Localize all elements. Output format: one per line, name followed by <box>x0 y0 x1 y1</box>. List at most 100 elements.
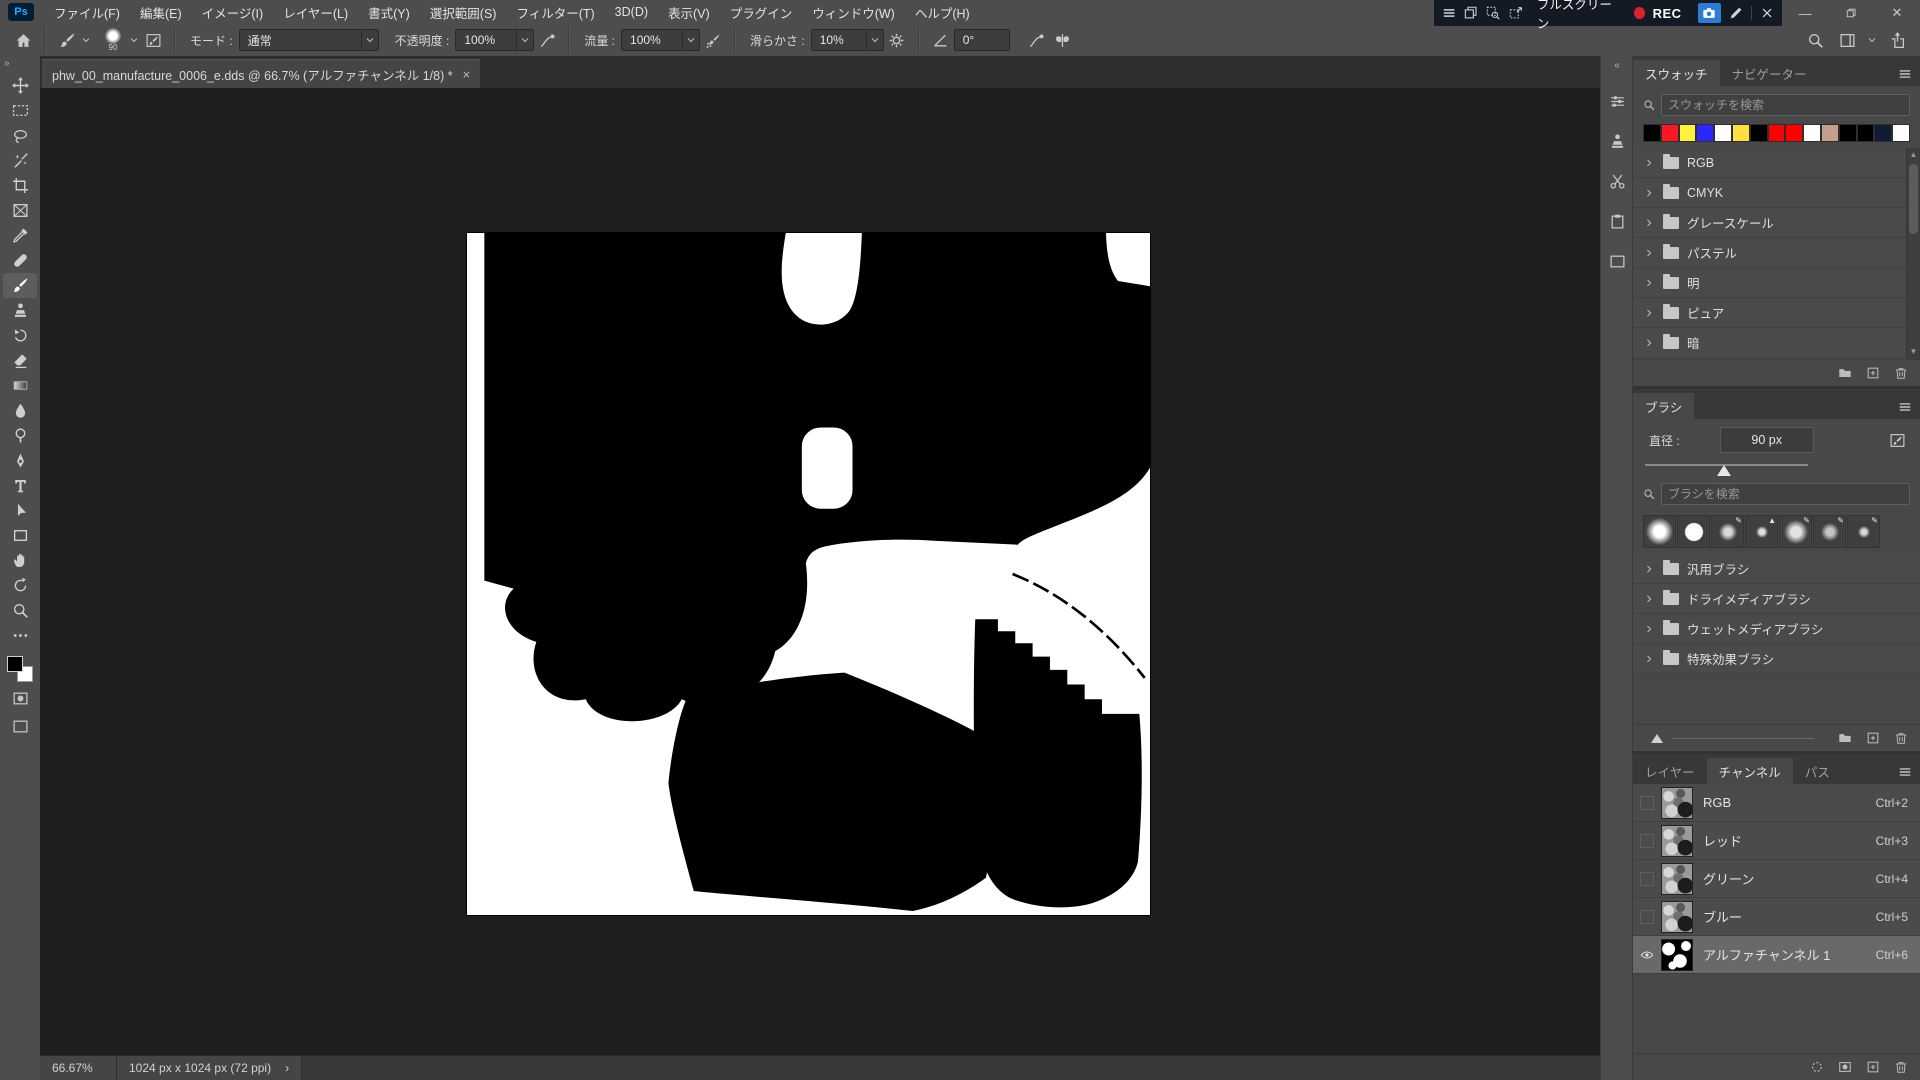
chevron-down-icon[interactable] <box>1866 34 1878 46</box>
menu-window[interactable]: ウィンドウ(W) <box>802 0 905 24</box>
chevron-down-icon[interactable] <box>866 30 883 50</box>
tool-move[interactable] <box>3 73 37 98</box>
brush-group-general[interactable]: 汎用ブラシ <box>1633 554 1920 584</box>
color-swatch[interactable] <box>1750 124 1768 142</box>
tool-eyedropper[interactable] <box>3 223 37 248</box>
color-swatch[interactable] <box>1679 124 1697 142</box>
new-swatch-icon[interactable] <box>1866 366 1880 380</box>
tool-spot-healing[interactable] <box>3 248 37 273</box>
screenshot-camera-button[interactable] <box>1698 3 1721 23</box>
tool-rotate-view[interactable] <box>3 573 37 598</box>
color-swatch[interactable] <box>1857 124 1875 142</box>
chevron-down-icon[interactable] <box>516 30 533 50</box>
diameter-slider[interactable] <box>1645 457 1908 475</box>
panel-menu-icon[interactable] <box>1898 400 1912 414</box>
quick-mask-button[interactable] <box>3 686 37 710</box>
new-group-folder-icon[interactable] <box>1838 366 1852 380</box>
color-swatch[interactable] <box>1785 124 1803 142</box>
eye-icon[interactable] <box>1633 948 1661 962</box>
swatch-group-partial[interactable] <box>1633 358 1920 359</box>
delete-trash-icon[interactable] <box>1894 731 1908 745</box>
swatch-group-cmyk[interactable]: CMYK <box>1633 178 1920 208</box>
airbrush-icon[interactable] <box>700 27 726 53</box>
workspace-switcher-icon[interactable] <box>1834 27 1860 53</box>
visibility-toggle[interactable] <box>1633 796 1661 810</box>
menu-file[interactable]: ファイル(F) <box>44 0 130 24</box>
panel-menu-icon[interactable] <box>1898 765 1912 779</box>
channel-row-blue[interactable]: ブルー Ctrl+5 <box>1633 898 1920 936</box>
channel-row-green[interactable]: グリーン Ctrl+4 <box>1633 860 1920 898</box>
save-selection-as-channel-icon[interactable] <box>1838 1060 1852 1074</box>
scrollbar-thumb[interactable] <box>1909 164 1918 234</box>
pencil-annotate-icon[interactable] <box>1729 5 1743 21</box>
tab-navigator[interactable]: ナビゲーター <box>1720 60 1819 86</box>
swatch-group-pure[interactable]: ピュア <box>1633 298 1920 328</box>
brush-tip-soft-large-pen[interactable]: ✎ <box>1779 515 1812 548</box>
menu-image[interactable]: イメージ(I) <box>192 0 274 24</box>
smoothing-field[interactable]: 10% <box>811 29 884 51</box>
slider-thumb[interactable] <box>1651 734 1663 743</box>
swatch-group-dark[interactable]: 暗 <box>1633 328 1920 358</box>
foreground-background-colors[interactable] <box>7 656 33 682</box>
search-icon[interactable] <box>1802 27 1828 53</box>
chevron-down-icon[interactable] <box>361 30 378 50</box>
chevron-down-icon[interactable] <box>682 30 699 50</box>
brush-tip-soft-tiny-pen[interactable]: ✎ <box>1847 515 1880 548</box>
menu-select[interactable]: 選択範囲(S) <box>420 0 507 24</box>
scrollbar[interactable]: ▲ ▼ <box>1906 148 1920 359</box>
color-swatch[interactable] <box>1732 124 1750 142</box>
color-swatch[interactable] <box>1661 124 1679 142</box>
thumbnail-size-slider[interactable] <box>1633 734 1824 743</box>
tool-gradient[interactable] <box>3 373 37 398</box>
status-chevron-icon[interactable]: › <box>285 1061 289 1075</box>
foreground-color-swatch[interactable] <box>7 656 23 672</box>
tool-type[interactable] <box>3 473 37 498</box>
tool-clone-stamp[interactable] <box>3 298 37 323</box>
toggle-brush-settings-icon[interactable] <box>1884 427 1910 453</box>
channel-row-alpha[interactable]: アルファチャンネル 1 Ctrl+6 <box>1633 936 1920 974</box>
channel-row-red[interactable]: レッド Ctrl+3 <box>1633 822 1920 860</box>
swatch-group-rgb[interactable]: RGB <box>1633 148 1920 178</box>
opacity-pressure-icon[interactable] <box>534 27 560 53</box>
clone-source-panel-icon[interactable] <box>1604 128 1630 154</box>
new-channel-icon[interactable] <box>1866 1060 1880 1074</box>
delete-trash-icon[interactable] <box>1894 1060 1908 1074</box>
tool-brush[interactable] <box>3 273 37 298</box>
new-group-folder-icon[interactable] <box>1838 731 1852 745</box>
document-info[interactable]: 1024 px x 1024 px (72 ppi) › <box>117 1056 302 1080</box>
tool-hand[interactable] <box>3 548 37 573</box>
blend-mode-select[interactable]: 通常 <box>239 29 379 51</box>
tab-layers[interactable]: レイヤー <box>1633 758 1707 784</box>
recorder-close-icon[interactable] <box>1760 5 1774 21</box>
color-swatch[interactable] <box>1821 124 1839 142</box>
tool-magic-wand[interactable] <box>3 148 37 173</box>
tool-eraser[interactable] <box>3 348 37 373</box>
window-capture-icon[interactable] <box>1464 5 1478 21</box>
tool-lasso[interactable] <box>3 123 37 148</box>
tool-zoom[interactable] <box>3 598 37 623</box>
menu-help[interactable]: ヘルプ(H) <box>905 0 980 24</box>
color-swatch[interactable] <box>1696 124 1714 142</box>
menu-layer[interactable]: レイヤー(L) <box>273 0 358 24</box>
toolbar-collapse-chevrons[interactable]: » <box>0 56 14 73</box>
home-button[interactable] <box>10 27 36 53</box>
panel-collapse-chevrons[interactable]: « <box>1614 56 1620 81</box>
tool-rectangle[interactable] <box>3 523 37 548</box>
menu-type[interactable]: 書式(Y) <box>358 0 420 24</box>
color-swatch[interactable] <box>1839 124 1857 142</box>
hamburger-menu-icon[interactable] <box>1442 5 1456 21</box>
menu-plugins[interactable]: プラグイン <box>720 0 803 24</box>
swatch-group-pastel[interactable]: パステル <box>1633 238 1920 268</box>
tab-brushes[interactable]: ブラシ <box>1633 393 1694 419</box>
menu-view[interactable]: 表示(V) <box>658 0 720 24</box>
rec-button[interactable]: REC <box>1653 6 1682 21</box>
screen-mode-button[interactable] <box>3 714 37 738</box>
brush-tip-soft-round[interactable] <box>1643 515 1676 548</box>
brush-tool-preset-icon[interactable] <box>54 27 80 53</box>
brush-group-special-effects[interactable]: 特殊効果ブラシ <box>1633 644 1920 674</box>
color-swatch[interactable] <box>1714 124 1732 142</box>
chevron-down-icon[interactable] <box>80 34 92 46</box>
diameter-value-field[interactable]: 90 px <box>1720 427 1814 453</box>
tool-crop[interactable] <box>3 173 37 198</box>
brush-tip-preview[interactable]: 90 <box>98 28 128 52</box>
